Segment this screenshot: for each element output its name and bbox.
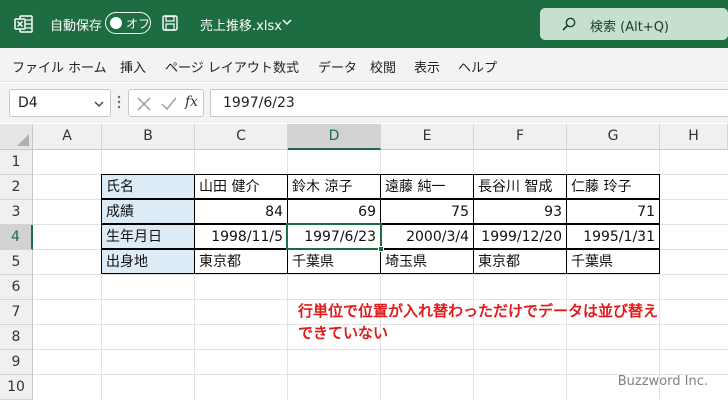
- search-placeholder: 検索 (Alt+Q): [590, 20, 670, 35]
- more-dots-icon: [117, 95, 121, 109]
- column-header-d[interactable]: D: [288, 124, 381, 150]
- menu-bar: ファイル ホーム 挿入 ページ レイアウト 数式 データ 校閲 表示 ヘルプ: [0, 48, 728, 82]
- cell-c5[interactable]: 東京都: [194, 249, 288, 274]
- menu-page-layout[interactable]: ページ レイアウト: [165, 57, 273, 76]
- annotation-note-line2: できていない: [298, 324, 389, 342]
- worksheet-grid[interactable]: A B C D E F G H 1 2 3 4 5 6 7 8 9 10 氏名 …: [0, 124, 728, 400]
- cell-e2[interactable]: 遠藤 純一: [380, 174, 474, 199]
- cell-f3[interactable]: 93: [473, 199, 567, 224]
- chevron-down-icon[interactable]: [282, 18, 292, 26]
- menu-file[interactable]: ファイル: [12, 57, 64, 76]
- menu-review[interactable]: 校閲: [370, 57, 396, 76]
- row-header-7[interactable]: 7: [0, 300, 33, 325]
- formula-buttons: fx: [128, 89, 204, 117]
- name-box[interactable]: D4: [9, 89, 111, 117]
- autosave-toggle[interactable]: オフ: [105, 12, 151, 34]
- formula-bar: D4 fx 1997/6/23: [0, 83, 728, 123]
- row-header-3[interactable]: 3: [0, 200, 33, 225]
- cell-c2[interactable]: 山田 健介: [194, 174, 288, 199]
- column-header-e[interactable]: E: [381, 124, 474, 150]
- row-header-2[interactable]: 2: [0, 175, 33, 200]
- cell-g2[interactable]: 仁藤 玲子: [566, 174, 660, 199]
- cell-b2[interactable]: 氏名: [101, 174, 195, 199]
- column-header-g[interactable]: G: [567, 124, 660, 150]
- autosave-label: 自動保存: [50, 19, 103, 34]
- row-header-8[interactable]: 8: [0, 325, 33, 350]
- cell-g3[interactable]: 71: [566, 199, 660, 224]
- cell-d5[interactable]: 千葉県: [287, 249, 381, 274]
- cell-b5[interactable]: 出身地: [101, 249, 195, 274]
- cell-e3[interactable]: 75: [380, 199, 474, 224]
- column-header-b[interactable]: B: [102, 124, 195, 150]
- search-box[interactable]: 検索 (Alt+Q): [540, 8, 728, 40]
- menu-help[interactable]: ヘルプ: [458, 57, 497, 76]
- cancel-icon[interactable]: [137, 97, 151, 111]
- fill-handle[interactable]: [378, 246, 384, 252]
- row-header-10[interactable]: 10: [0, 375, 33, 400]
- enter-check-icon[interactable]: [161, 97, 177, 111]
- gridline: [33, 274, 728, 275]
- cell-e4[interactable]: 2000/3/4: [380, 224, 474, 249]
- cell-c3[interactable]: 84: [194, 199, 288, 224]
- search-icon: [562, 17, 576, 31]
- title-bar: 自動保存 オフ 売上推移.xlsx 検索 (Alt+Q): [0, 0, 728, 48]
- cell-g4[interactable]: 1995/1/31: [566, 224, 660, 249]
- excel-icon[interactable]: [14, 14, 34, 34]
- cell-e5[interactable]: 埼玉県: [380, 249, 474, 274]
- menu-insert[interactable]: 挿入: [120, 57, 146, 76]
- menu-data[interactable]: データ: [318, 57, 357, 76]
- select-all-corner[interactable]: [0, 124, 33, 150]
- watermark: Buzzword Inc.: [617, 374, 708, 389]
- column-header-f[interactable]: F: [474, 124, 567, 150]
- menu-formulas[interactable]: 数式: [273, 57, 299, 76]
- cell-g5[interactable]: 千葉県: [566, 249, 660, 274]
- row-header-9[interactable]: 9: [0, 350, 33, 375]
- name-box-value: D4: [18, 95, 38, 111]
- row-header-4[interactable]: 4: [0, 225, 33, 250]
- cell-d2[interactable]: 鈴木 涼子: [287, 174, 381, 199]
- menu-view[interactable]: 表示: [414, 57, 440, 76]
- toggle-knob: [110, 16, 122, 29]
- cell-f4[interactable]: 1999/12/20: [473, 224, 567, 249]
- formula-input[interactable]: 1997/6/23: [210, 89, 728, 117]
- column-header-a[interactable]: A: [33, 124, 102, 150]
- cell-f5[interactable]: 東京都: [473, 249, 567, 274]
- row-header-1[interactable]: 1: [0, 150, 33, 175]
- column-header-c[interactable]: C: [195, 124, 288, 150]
- active-cell-outline: [286, 223, 382, 250]
- file-name[interactable]: 売上推移.xlsx: [200, 15, 282, 34]
- gridline: [33, 349, 728, 350]
- row-header-5[interactable]: 5: [0, 250, 33, 275]
- cell-b4[interactable]: 生年月日: [101, 224, 195, 249]
- column-header-h[interactable]: H: [660, 124, 728, 150]
- cell-c4[interactable]: 1998/11/5: [194, 224, 288, 249]
- save-icon[interactable]: [162, 15, 178, 31]
- cell-f2[interactable]: 長谷川 智成: [473, 174, 567, 199]
- menu-home[interactable]: ホーム: [68, 57, 107, 76]
- autosave-state: オフ: [126, 17, 151, 31]
- chevron-down-icon[interactable]: [94, 100, 104, 108]
- formula-value: 1997/6/23: [223, 95, 295, 111]
- insert-function-icon[interactable]: fx: [185, 94, 198, 110]
- row-header-6[interactable]: 6: [0, 275, 33, 300]
- annotation-note-line1: 行単位で位置が入れ替わっただけでデータは並び替え: [298, 302, 659, 320]
- cell-b3[interactable]: 成績: [101, 199, 195, 224]
- cell-d3[interactable]: 69: [287, 199, 381, 224]
